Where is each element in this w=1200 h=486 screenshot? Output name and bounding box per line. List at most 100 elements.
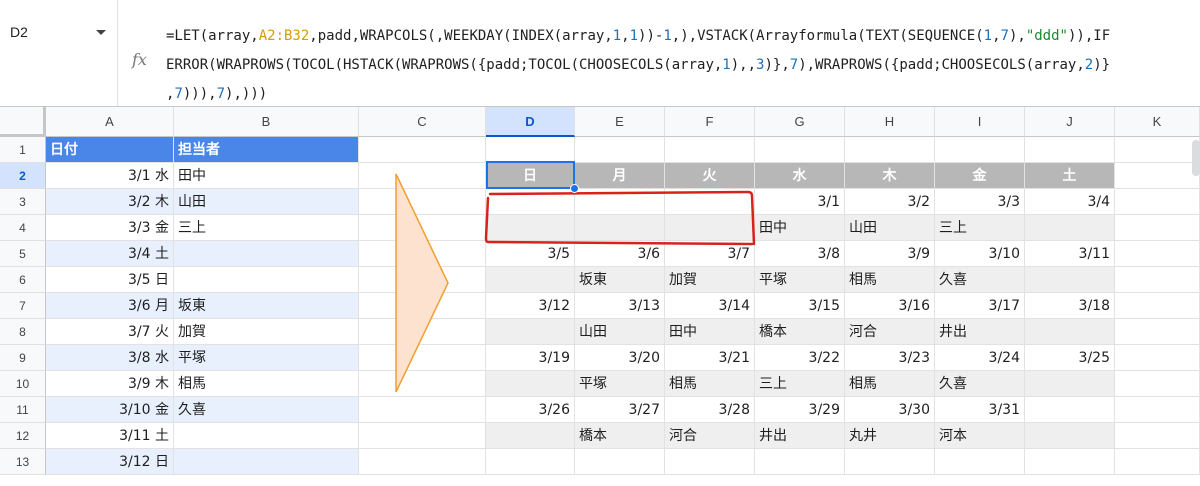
cell[interactable] [359, 423, 486, 449]
weekday-header[interactable]: 金 [935, 163, 1025, 189]
assignee-cell[interactable] [174, 449, 359, 475]
date-cell[interactable]: 3/6 月 [46, 293, 174, 319]
calendar-date-cell[interactable]: 3/8 [755, 241, 845, 267]
fill-handle[interactable] [570, 184, 579, 193]
column-header-k[interactable]: K [1115, 107, 1200, 137]
calendar-date-cell[interactable]: 3/24 [935, 345, 1025, 371]
calendar-assignee-cell[interactable]: 山田 [845, 215, 935, 241]
assignee-cell[interactable] [174, 241, 359, 267]
column-header-e[interactable]: E [575, 107, 665, 137]
assignee-cell[interactable]: 三上 [174, 215, 359, 241]
calendar-date-cell[interactable]: 3/26 [486, 397, 575, 423]
column-header-j[interactable]: J [1025, 107, 1115, 137]
calendar-assignee-cell[interactable]: 橋本 [755, 319, 845, 345]
assignee-cell[interactable]: 久喜 [174, 397, 359, 423]
assignee-cell[interactable]: 坂東 [174, 293, 359, 319]
cell[interactable] [1025, 137, 1115, 163]
calendar-date-cell[interactable]: 3/21 [665, 345, 755, 371]
calendar-assignee-cell[interactable] [1025, 319, 1115, 345]
calendar-assignee-cell[interactable]: 平塚 [575, 371, 665, 397]
calendar-date-cell[interactable]: 3/14 [665, 293, 755, 319]
vertical-scrollbar[interactable] [1192, 140, 1200, 176]
calendar-assignee-cell[interactable]: 井出 [755, 423, 845, 449]
calendar-date-cell[interactable]: 3/12 [486, 293, 575, 319]
cell[interactable] [359, 449, 486, 475]
calendar-assignee-cell[interactable]: 久喜 [935, 371, 1025, 397]
select-all-corner[interactable] [0, 107, 46, 137]
date-cell[interactable]: 3/7 火 [46, 319, 174, 345]
cell[interactable] [486, 137, 575, 163]
cell[interactable] [935, 137, 1025, 163]
cell[interactable] [1115, 345, 1200, 371]
calendar-assignee-cell[interactable]: 丸井 [845, 423, 935, 449]
calendar-date-cell[interactable]: 3/30 [845, 397, 935, 423]
calendar-assignee-cell[interactable]: 井出 [935, 319, 1025, 345]
calendar-assignee-cell[interactable] [486, 319, 575, 345]
cell[interactable] [1115, 163, 1200, 189]
cell[interactable] [1115, 215, 1200, 241]
calendar-date-cell[interactable]: 3/15 [755, 293, 845, 319]
cell[interactable] [1115, 319, 1200, 345]
assignee-cell[interactable]: 加賀 [174, 319, 359, 345]
column-b-header[interactable]: 担当者 [174, 137, 359, 163]
calendar-assignee-cell[interactable] [486, 371, 575, 397]
row-header-1[interactable]: 1 [0, 137, 46, 163]
calendar-assignee-cell[interactable]: 田中 [755, 215, 845, 241]
date-cell[interactable]: 3/8 水 [46, 345, 174, 371]
calendar-assignee-cell[interactable]: 橋本 [575, 423, 665, 449]
row-header-9[interactable]: 9 [0, 345, 46, 371]
column-header-i[interactable]: I [935, 107, 1025, 137]
row-header-6[interactable]: 6 [0, 267, 46, 293]
calendar-date-cell[interactable]: 3/16 [845, 293, 935, 319]
weekday-header[interactable]: 水 [755, 163, 845, 189]
cell[interactable] [665, 449, 755, 475]
cell[interactable] [755, 137, 845, 163]
column-header-h[interactable]: H [845, 107, 935, 137]
calendar-assignee-cell[interactable]: 河合 [845, 319, 935, 345]
calendar-assignee-cell[interactable]: 三上 [755, 371, 845, 397]
calendar-assignee-cell[interactable]: 加賀 [665, 267, 755, 293]
calendar-date-cell[interactable]: 3/31 [935, 397, 1025, 423]
calendar-date-cell[interactable]: 3/10 [935, 241, 1025, 267]
calendar-assignee-cell[interactable]: 田中 [665, 319, 755, 345]
cell[interactable] [575, 449, 665, 475]
date-cell[interactable]: 3/11 土 [46, 423, 174, 449]
cell[interactable] [575, 137, 665, 163]
formula-input[interactable]: =LET(array,A2:B32,padd,WRAPCOLS(,WEEKDAY… [166, 22, 1194, 109]
cell[interactable] [755, 449, 845, 475]
calendar-assignee-cell[interactable]: 久喜 [935, 267, 1025, 293]
row-header-7[interactable]: 7 [0, 293, 46, 319]
date-cell[interactable]: 3/12 日 [46, 449, 174, 475]
column-header-b[interactable]: B [174, 107, 359, 137]
calendar-date-cell[interactable]: 3/2 [845, 189, 935, 215]
row-header-3[interactable]: 3 [0, 189, 46, 215]
calendar-assignee-cell[interactable]: 山田 [575, 319, 665, 345]
calendar-date-cell[interactable]: 3/29 [755, 397, 845, 423]
row-header-8[interactable]: 8 [0, 319, 46, 345]
column-a-header[interactable]: 日付 [46, 137, 174, 163]
assignee-cell[interactable]: 相馬 [174, 371, 359, 397]
column-header-a[interactable]: A [46, 107, 174, 137]
row-header-12[interactable]: 12 [0, 423, 46, 449]
calendar-date-cell[interactable]: 3/4 [1025, 189, 1115, 215]
calendar-date-cell[interactable]: 3/11 [1025, 241, 1115, 267]
cell[interactable] [1025, 449, 1115, 475]
calendar-date-cell[interactable]: 3/19 [486, 345, 575, 371]
calendar-date-cell[interactable]: 3/13 [575, 293, 665, 319]
column-header-d[interactable]: D [486, 107, 575, 137]
cell[interactable] [935, 449, 1025, 475]
weekday-header[interactable]: 土 [1025, 163, 1115, 189]
cell[interactable] [845, 137, 935, 163]
calendar-assignee-cell[interactable]: 河本 [935, 423, 1025, 449]
name-box-dropdown-icon[interactable] [96, 30, 106, 35]
assignee-cell[interactable] [174, 423, 359, 449]
row-header-2[interactable]: 2 [0, 163, 46, 189]
calendar-date-cell[interactable]: 3/9 [845, 241, 935, 267]
calendar-date-cell[interactable]: 3/3 [935, 189, 1025, 215]
calendar-assignee-cell[interactable] [1025, 371, 1115, 397]
calendar-date-cell[interactable]: 3/20 [575, 345, 665, 371]
calendar-date-cell[interactable]: 3/28 [665, 397, 755, 423]
calendar-date-cell[interactable]: 3/18 [1025, 293, 1115, 319]
weekday-header[interactable]: 木 [845, 163, 935, 189]
date-cell[interactable]: 3/5 日 [46, 267, 174, 293]
